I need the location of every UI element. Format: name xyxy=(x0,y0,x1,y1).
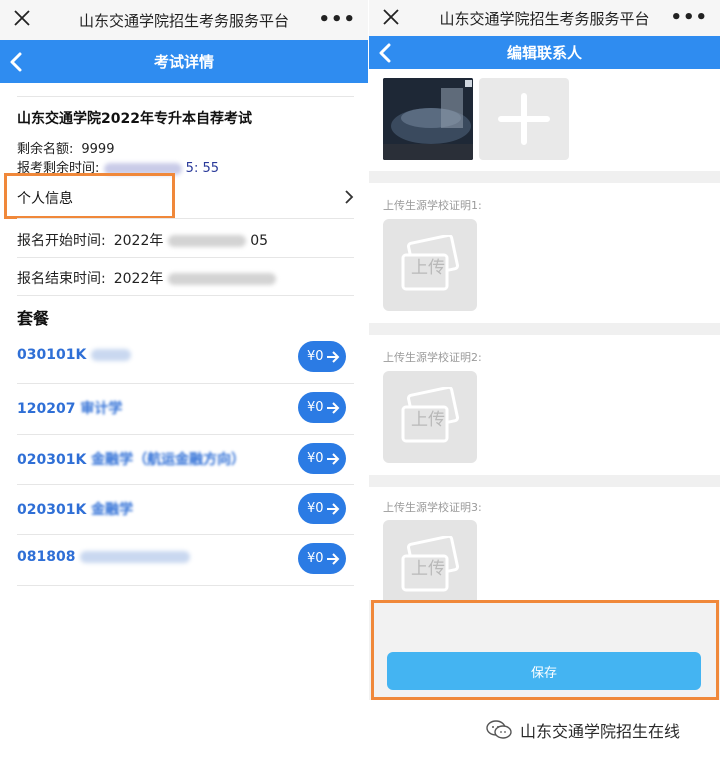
plus-icon xyxy=(498,93,550,145)
price-button[interactable]: ¥0 xyxy=(298,493,346,524)
remaining-time-value: 5: 55 xyxy=(185,161,219,176)
upload-button[interactable]: 上传 xyxy=(383,219,477,311)
highlight-box xyxy=(371,600,719,700)
package-row[interactable]: 020301K 金融学（航运金融方向） ¥0 xyxy=(17,435,346,485)
blurred-value xyxy=(167,235,246,247)
divider xyxy=(17,295,354,296)
back-arrow-icon[interactable] xyxy=(377,42,393,64)
price-label: ¥0 xyxy=(307,551,324,566)
upload-button[interactable]: 上传 xyxy=(383,371,477,463)
package-code: 120207 xyxy=(17,401,76,417)
remaining-quota: 剩余名额: 9999 xyxy=(17,138,114,157)
package-code: 081808 xyxy=(17,549,76,565)
package-row[interactable]: 030101K ¥0 xyxy=(17,333,346,383)
add-photo-button[interactable] xyxy=(479,78,569,160)
package-row[interactable]: 020301K 金融学 ¥0 xyxy=(17,485,346,535)
upload-button[interactable]: 上传 xyxy=(383,520,477,612)
price-button[interactable]: ¥0 xyxy=(298,341,346,372)
upload-label: 上传生源学校证明1: xyxy=(383,199,482,212)
upload-text: 上传 xyxy=(411,410,445,430)
upload-card: 上传生源学校证明2: 上传 xyxy=(369,335,720,475)
upload-card: 上传生源学校证明1: 上传 xyxy=(369,183,720,323)
package-name: 金融学 xyxy=(91,502,134,518)
photo-card xyxy=(369,69,720,171)
wechat-title-bar: 山东交通学院招生考务服务平台 ••• xyxy=(369,0,720,36)
exam-title: 山东交通学院2022年专升本自荐考试 xyxy=(17,111,252,127)
package-code: 030101K xyxy=(17,347,87,363)
package-row[interactable]: 081808 ¥0 xyxy=(17,535,346,585)
price-label: ¥0 xyxy=(307,501,324,516)
window-title: 山东交通学院招生考务服务平台 xyxy=(439,9,650,28)
divider xyxy=(17,96,354,97)
reg-end-label: 报名结束时间: xyxy=(17,271,106,287)
window-title: 山东交通学院招生考务服务平台 xyxy=(78,11,289,30)
remaining-quota-label: 剩余名额: xyxy=(17,142,74,157)
page-header: 考试详情 xyxy=(0,40,368,83)
page-header: 编辑联系人 xyxy=(369,36,720,69)
reg-start-label: 报名开始时间: xyxy=(17,233,106,249)
upload-card: 上传生源学校证明3: 上传 xyxy=(369,487,720,612)
arrow-right-icon xyxy=(326,552,339,565)
package-row[interactable]: 120207 审计学 ¥0 xyxy=(17,384,346,434)
reg-end-row: 报名结束时间: 2022年 xyxy=(17,268,276,288)
package-label: 081808 xyxy=(17,549,191,565)
wechat-logo-icon xyxy=(486,720,512,739)
reg-start-row: 报名开始时间: 2022年 05 xyxy=(17,230,268,250)
wechat-title-bar: 山东交通学院招生考务服务平台 ••• xyxy=(0,0,368,40)
price-button[interactable]: ¥0 xyxy=(298,392,346,423)
more-icon[interactable]: ••• xyxy=(670,7,708,28)
reg-start-value: 2022年 xyxy=(113,233,164,249)
price-button[interactable]: ¥0 xyxy=(298,543,346,574)
package-code: 020301K xyxy=(17,452,87,468)
price-label: ¥0 xyxy=(307,349,324,364)
back-arrow-icon[interactable] xyxy=(8,51,24,73)
upload-text: 上传 xyxy=(411,258,445,278)
blurred-value xyxy=(167,273,276,285)
photo-image xyxy=(383,78,473,160)
packages-title: 套餐 xyxy=(17,309,50,328)
exam-details-screen: 山东交通学院招生考务服务平台 ••• 考试详情 山东交通学院2022年专升本自荐… xyxy=(0,0,368,700)
reg-end-value: 2022年 xyxy=(113,271,164,287)
highlight-box xyxy=(4,173,175,219)
blurred-name xyxy=(91,349,132,361)
watermark-text: 山东交通学院招生在线 xyxy=(520,722,681,741)
blurred-name xyxy=(80,551,191,563)
arrow-right-icon xyxy=(326,401,339,414)
upload-label: 上传生源学校证明3: xyxy=(383,501,482,514)
uploaded-photo[interactable] xyxy=(383,78,473,160)
divider xyxy=(17,585,354,586)
more-icon[interactable]: ••• xyxy=(318,9,356,30)
divider xyxy=(17,218,354,219)
arrow-right-icon xyxy=(326,350,339,363)
package-label: 120207 审计学 xyxy=(17,398,122,418)
upload-label: 上传生源学校证明2: xyxy=(383,351,482,364)
divider xyxy=(17,257,354,258)
price-button[interactable]: ¥0 xyxy=(298,443,346,474)
remaining-quota-value: 9999 xyxy=(81,142,115,157)
page-title: 编辑联系人 xyxy=(506,44,582,62)
package-label: 020301K 金融学（航运金融方向） xyxy=(17,449,245,469)
price-label: ¥0 xyxy=(307,451,324,466)
package-name: 金融学（航运金融方向） xyxy=(91,452,246,468)
close-icon[interactable] xyxy=(379,5,403,29)
price-label: ¥0 xyxy=(307,400,324,415)
package-code: 020301K xyxy=(17,502,87,518)
package-name: 审计学 xyxy=(80,401,123,417)
arrow-right-icon xyxy=(326,452,339,465)
upload-text: 上传 xyxy=(411,559,445,579)
page-title: 考试详情 xyxy=(153,53,214,71)
reg-start-suffix: 05 xyxy=(250,233,269,249)
edit-contact-screen: 山东交通学院招生考务服务平台 ••• 编辑联系人 上传生源学校证明1: 上传 上… xyxy=(369,0,720,700)
chevron-right-icon xyxy=(345,190,354,204)
package-label: 020301K 金融学 xyxy=(17,499,133,519)
package-label: 030101K xyxy=(17,347,132,363)
close-icon[interactable] xyxy=(10,6,34,30)
watermark: 山东交通学院招生在线 xyxy=(486,718,680,742)
arrow-right-icon xyxy=(326,502,339,515)
